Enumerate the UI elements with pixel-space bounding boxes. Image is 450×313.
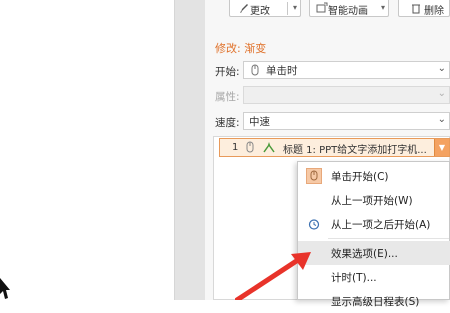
menu-item-label: 效果选项(E)... [331,247,398,260]
menu-item-timing[interactable]: 计时(T)... [298,265,450,289]
menu-item-after-previous[interactable]: 从上一项之后开始(A) [298,212,450,236]
speed-select-value: 中速 [249,115,270,128]
animation-list-item[interactable]: 1 标题 1: PPT给文字添加打字机... ▼ [219,138,450,157]
mouse-click-icon [306,168,322,184]
menu-item-label: 计时(T)... [331,271,377,284]
mouse-cursor-icon [0,278,10,299]
chevron-down-icon[interactable]: ▾ [381,3,385,12]
start-label: 开始: [215,66,240,78]
animation-item-label: 标题 1: PPT给文字添加打字机... [283,145,427,156]
slide-scroll-gutter [175,0,205,300]
pencil-icon [239,2,249,14]
trash-icon [411,3,421,14]
change-button[interactable]: 更改 ▾ [229,0,301,17]
menu-divider [328,238,449,239]
chevron-down-icon[interactable]: ▾ [293,3,297,12]
menu-item-effect-options[interactable]: 效果选项(E)... [298,241,450,265]
menu-item-show-advanced-timeline[interactable]: 显示高级日程表(S) [298,289,450,313]
clock-icon [306,216,322,232]
mouse-click-icon [245,141,255,154]
property-label: 属性: [215,91,240,103]
slide-canvas[interactable] [0,0,175,300]
speed-label: 速度: [215,117,240,129]
menu-item-start-on-click[interactable]: 单击开始(C) [298,164,450,188]
menu-item-label: 从上一项开始(W) [331,194,413,207]
chevron-down-icon[interactable]: ⌄ [438,114,446,125]
modify-effect-title: 修改: 渐变 [215,42,267,55]
change-button-label: 更改 [250,6,270,17]
animation-order-number: 1 [232,142,239,153]
entrance-effect-icon [263,141,275,154]
menu-item-label: 从上一项之后开始(A) [331,218,431,231]
smart-animation-button[interactable]: 智能动画 ▾ [309,0,389,17]
menu-item-label: 显示高级日程表(S) [331,295,420,308]
start-select[interactable]: 单击时 ⌄ [243,61,450,79]
smart-animation-label: 智能动画 [328,6,368,17]
chevron-down-icon[interactable]: ⌄ [438,63,446,74]
split-divider [287,2,288,15]
chevron-down-icon: ⌄ [437,88,446,99]
menu-item-with-previous[interactable]: 从上一项开始(W) [298,188,450,212]
speed-select[interactable]: 中速 ⌄ [243,112,450,130]
animation-context-menu: 单击开始(C) 从上一项开始(W) 从上一项之后开始(A) 效果选项(E)...… [297,161,450,308]
delete-button-label: 删除 [424,6,444,17]
smart-animation-icon [316,2,328,14]
delete-button[interactable]: 删除 [398,0,450,17]
mouse-click-icon [250,64,262,77]
property-select: ⌄ [243,86,450,104]
menu-item-label: 单击开始(C) [331,170,389,183]
start-select-value: 单击时 [266,64,298,77]
chevron-down-icon[interactable]: ▼ [434,139,449,156]
